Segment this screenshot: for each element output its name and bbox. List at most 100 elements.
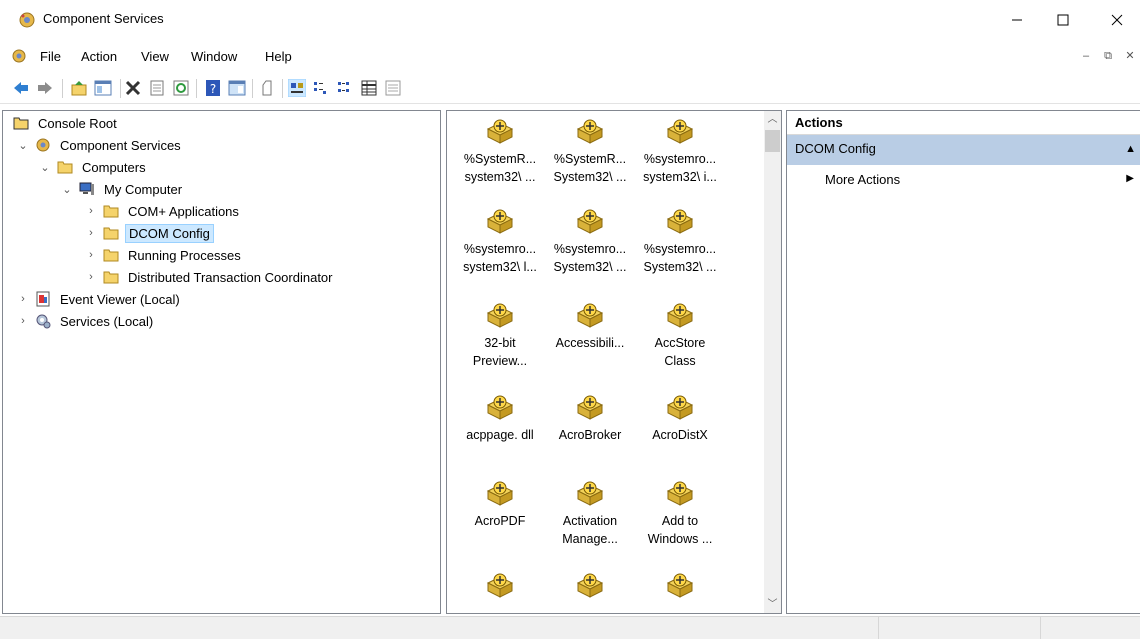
folder-icon — [103, 249, 119, 262]
tree-item-event-viewer[interactable]: › Event Viewer (Local) — [17, 288, 183, 310]
item-label-line1: acppage. dll — [466, 428, 534, 442]
chevron-right-icon[interactable]: › — [17, 293, 29, 305]
dcom-object-item[interactable]: AcroDistX — [635, 393, 725, 444]
component-services-icon — [36, 138, 50, 152]
close-button[interactable] — [1094, 0, 1140, 40]
dcom-object-item[interactable]: acppage. dll — [455, 393, 545, 444]
item-label-line1: %systemro... — [643, 242, 717, 256]
folder-icon — [13, 117, 29, 130]
detail-view-icon[interactable] — [360, 79, 378, 97]
services-icon — [36, 314, 51, 329]
chevron-right-icon[interactable]: › — [85, 205, 97, 217]
menu-action[interactable]: Action — [81, 49, 117, 64]
dcom-object-item[interactable]: AcroBroker — [545, 393, 635, 444]
dcom-component-icon — [666, 209, 694, 234]
item-label-line2: System32\ ... — [553, 260, 627, 274]
menu-help[interactable]: Help — [265, 49, 292, 64]
scroll-down-icon[interactable]: ﹀ — [764, 596, 781, 613]
console-tree[interactable]: Console Root ⌄ Component Services ⌄ Comp… — [2, 110, 441, 614]
dcom-object-item[interactable] — [545, 571, 635, 622]
chevron-right-icon[interactable]: › — [85, 271, 97, 283]
tree-item-console-root[interactable]: Console Root — [13, 112, 120, 134]
tree-item-my-computer[interactable]: ⌄ My Computer — [61, 178, 185, 200]
submenu-arrow-icon: ▶ — [1126, 173, 1134, 184]
item-label-line1: Activation — [562, 514, 618, 528]
properties-icon[interactable] — [148, 79, 166, 97]
item-label-line2: System32\ ... — [553, 170, 627, 184]
list-view-icon[interactable] — [336, 79, 354, 97]
folder-icon — [57, 161, 73, 174]
tree-item-running-processes[interactable]: › Running Processes — [85, 244, 244, 266]
dcom-object-item[interactable]: AccStore Class — [635, 301, 725, 370]
item-label-line1: AccStore — [654, 336, 706, 350]
small-icons-view-icon[interactable] — [312, 79, 330, 97]
svg-text:?: ? — [210, 82, 216, 96]
mdi-close-icon[interactable]: ✕ — [1122, 48, 1138, 64]
dcom-component-icon — [486, 573, 514, 598]
delete-icon[interactable] — [124, 79, 142, 97]
dcom-object-item[interactable]: Add to Windows ... — [635, 479, 725, 548]
dcom-object-item[interactable] — [455, 571, 545, 622]
dcom-component-icon — [666, 481, 694, 506]
chevron-right-icon[interactable]: › — [17, 315, 29, 327]
actions-group-dcom-config[interactable]: DCOM Config ▲ — [787, 135, 1140, 165]
dcom-object-item[interactable]: 32-bit Preview... — [455, 301, 545, 370]
large-icons-view-icon[interactable] — [288, 79, 306, 97]
refresh-icon[interactable] — [172, 79, 190, 97]
status-segment — [878, 617, 1040, 639]
dcom-object-item[interactable]: %systemro... System32\ ... — [635, 207, 725, 276]
menu-window[interactable]: Window — [191, 49, 237, 64]
scroll-thumb[interactable] — [765, 130, 780, 152]
dcom-component-icon — [576, 303, 604, 328]
up-folder-icon[interactable] — [70, 79, 88, 97]
more-actions-link[interactable]: More Actions ▶ — [787, 165, 1140, 193]
show-hide-action-pane-icon[interactable] — [228, 79, 246, 97]
dcom-component-icon — [576, 573, 604, 598]
scroll-up-icon[interactable]: ︿ — [764, 111, 781, 128]
chevron-down-icon[interactable]: ⌄ — [61, 183, 73, 196]
help-icon[interactable]: ? — [204, 79, 222, 97]
chevron-down-icon[interactable]: ⌄ — [17, 139, 29, 152]
mdi-restore-icon[interactable]: ⧉ — [1100, 48, 1116, 64]
dcom-object-item[interactable]: %SystemR... system32\ ... — [455, 117, 545, 186]
minimize-button[interactable] — [994, 0, 1040, 40]
item-label-line1: %SystemR... — [463, 152, 537, 166]
status-view-icon[interactable] — [384, 79, 402, 97]
results-pane[interactable]: %SystemR... system32\ ... %SystemR... Syste… — [446, 110, 782, 614]
tree-item-distributed-transaction-coordinator[interactable]: › Distributed Transaction Coordinator — [85, 266, 336, 288]
collapse-triangle-icon[interactable]: ▲ — [1125, 143, 1136, 155]
chevron-down-icon[interactable]: ⌄ — [39, 161, 51, 174]
component-services-icon[interactable] — [11, 48, 27, 64]
chevron-right-icon[interactable]: › — [85, 227, 97, 239]
dcom-object-item[interactable]: %SystemR... System32\ ... — [545, 117, 635, 186]
back-icon[interactable] — [12, 79, 30, 97]
mdi-minimize-icon[interactable]: – — [1078, 48, 1094, 64]
new-window-icon[interactable] — [258, 79, 276, 97]
tree-item-computers[interactable]: ⌄ Computers — [39, 156, 149, 178]
maximize-button[interactable] — [1040, 0, 1086, 40]
tree-item-component-services[interactable]: ⌄ Component Services — [17, 134, 184, 156]
vertical-scrollbar[interactable]: ︿ ﹀ — [764, 111, 781, 613]
menu-file[interactable]: File — [40, 49, 61, 64]
dcom-component-icon — [486, 209, 514, 234]
dcom-object-item[interactable]: AcroPDF — [455, 479, 545, 530]
dcom-object-item[interactable]: %systemro... system32\ i... — [635, 117, 725, 186]
item-label-line1: AcroPDF — [474, 514, 526, 528]
forward-icon[interactable] — [36, 79, 54, 97]
tree-item-com-applications[interactable]: › COM+ Applications — [85, 200, 242, 222]
dcom-object-item[interactable]: %systemro... system32\ l... — [455, 207, 545, 276]
item-label-line2: Preview... — [472, 354, 528, 368]
menu-view[interactable]: View — [141, 49, 169, 64]
dcom-object-item[interactable]: Accessibili... — [545, 301, 635, 352]
computer-icon — [79, 182, 94, 195]
dcom-object-item[interactable]: Activation Manage... — [545, 479, 635, 548]
tree-item-services[interactable]: › Services (Local) — [17, 310, 156, 332]
tree-item-dcom-config[interactable]: › DCOM Config — [85, 222, 214, 244]
item-label-line2: system32\ i... — [643, 170, 717, 184]
dcom-component-icon — [486, 481, 514, 506]
dcom-object-item[interactable] — [635, 571, 725, 622]
chevron-right-icon[interactable]: › — [85, 249, 97, 261]
dcom-object-item[interactable]: %systemro... System32\ ... — [545, 207, 635, 276]
show-hide-console-tree-icon[interactable] — [94, 79, 112, 97]
status-segment — [1040, 617, 1140, 639]
